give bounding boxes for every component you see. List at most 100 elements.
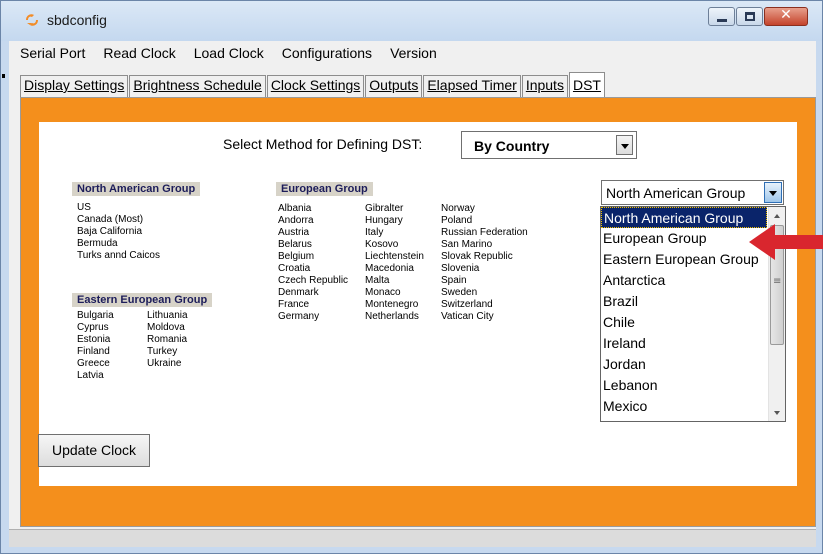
country-item: Montenegro [365, 299, 419, 310]
eastern-european-list-1: Bulgaria Cyprus Estonia Finland Greece L… [77, 310, 114, 382]
country-item: Romania [147, 334, 188, 345]
country-item: Cyprus [77, 322, 109, 333]
country-item: Switzerland [441, 299, 493, 310]
country-item: Canada (Most) [77, 214, 144, 225]
minimize-button[interactable] [708, 7, 735, 26]
app-window: sbdconfig ✕ Serial Port Read Clock Load … [0, 0, 823, 554]
dropdown-option[interactable]: European Group [601, 228, 767, 249]
country-item: Sweden [441, 287, 478, 298]
country-item: Liechtenstein [365, 251, 424, 262]
country-item: Spain [441, 275, 467, 286]
country-item: Italy [365, 227, 384, 238]
country-item: Czech Republic [278, 275, 349, 286]
european-list-1: Albania Andorra Austria Belarus Belgium … [278, 203, 348, 323]
close-icon: ✕ [780, 7, 792, 23]
country-item: France [278, 299, 310, 310]
eastern-european-group-title: Eastern European Group [72, 293, 213, 307]
north-american-list: US Canada (Most) Baja California Bermuda… [77, 202, 160, 262]
tab-brightness-schedule[interactable]: Brightness Schedule [129, 75, 266, 97]
maximize-button[interactable] [736, 7, 763, 26]
close-button[interactable]: ✕ [764, 7, 808, 26]
country-item: San Marino [441, 239, 493, 250]
european-group-title: European Group [276, 182, 373, 196]
dropdown-option[interactable]: Jordan [601, 354, 767, 375]
dropdown-option[interactable]: Chile [601, 312, 767, 333]
country-item: Vatican City [441, 311, 494, 322]
country-item: Austria [278, 227, 310, 238]
country-item: Germany [278, 311, 320, 322]
dropdown-option[interactable]: Eastern European Group [601, 249, 767, 270]
country-item: Denmark [278, 287, 319, 298]
country-item: Bulgaria [77, 310, 114, 321]
tab-clock-settings[interactable]: Clock Settings [266, 75, 365, 97]
title-bar[interactable]: sbdconfig ✕ [1, 1, 822, 41]
country-item: Monaco [365, 287, 401, 298]
tab-inputs[interactable]: Inputs [521, 75, 568, 97]
country-item: Latvia [77, 370, 104, 381]
update-clock-button[interactable]: Update Clock [38, 434, 150, 467]
country-item: Croatia [278, 263, 311, 274]
window-controls: ✕ [707, 7, 808, 26]
country-item: Macedonia [365, 263, 414, 274]
country-item: Baja California [77, 226, 143, 237]
dst-content: Select Method for Defining DST: By Count… [39, 122, 797, 486]
dropdown-option[interactable]: Mexico [601, 396, 767, 417]
country-item: Finland [77, 346, 110, 357]
menu-version[interactable]: Version [379, 43, 444, 65]
country-item: Norway [441, 203, 475, 214]
country-item: Netherlands [365, 311, 419, 322]
country-item: Greece [77, 358, 110, 369]
european-list-2: Gibralter Hungary Italy Kosovo Liechtens… [365, 203, 424, 323]
tab-outputs[interactable]: Outputs [365, 75, 423, 97]
tab-strip: Display Settings Brightness Schedule Clo… [20, 72, 606, 97]
dropdown-option[interactable]: North American Group [601, 207, 767, 228]
country-item: Malta [365, 275, 390, 286]
scroll-down-icon[interactable] [769, 404, 785, 421]
dropdown-option[interactable]: Antarctica [601, 270, 767, 291]
country-item: Belarus [278, 239, 312, 250]
menu-serial-port[interactable]: Serial Port [9, 43, 92, 65]
country-item: Estonia [77, 334, 111, 345]
country-item: Albania [278, 203, 312, 214]
dropdown-option[interactable]: Brazil [601, 291, 767, 312]
menu-configurations[interactable]: Configurations [271, 43, 379, 65]
dropdown-option[interactable]: Ireland [601, 333, 767, 354]
country-item: Slovenia [441, 263, 480, 274]
country-item: Turks annd Caicos [77, 250, 160, 261]
dropdown-option[interactable]: Lebanon [601, 375, 767, 396]
country-item: Hungary [365, 215, 403, 226]
dropdown-arrow-button[interactable] [616, 135, 633, 155]
tab-dst[interactable]: DST [568, 72, 605, 97]
country-item: US [77, 202, 91, 213]
country-item: Kosovo [365, 239, 399, 250]
country-item: Russian Federation [441, 227, 528, 238]
minimize-icon [717, 19, 727, 22]
country-item: Turkey [147, 346, 178, 357]
country-item: Bermuda [77, 238, 118, 249]
country-item: Slovak Republic [441, 251, 513, 262]
chevron-down-icon [621, 144, 629, 149]
dst-method-value: By Country [474, 138, 550, 154]
window-title: sbdconfig [47, 12, 107, 28]
group-select[interactable]: North American Group [601, 180, 784, 205]
menu-load-clock[interactable]: Load Clock [183, 43, 271, 65]
country-item: Moldova [147, 322, 185, 333]
menu-read-clock[interactable]: Read Clock [92, 43, 182, 65]
eastern-european-list-2: Lithuania Moldova Romania Turkey Ukraine [147, 310, 188, 370]
status-bar [9, 529, 816, 547]
country-item: Lithuania [147, 310, 188, 321]
country-item: Belgium [278, 251, 315, 262]
dst-method-label: Select Method for Defining DST: [223, 136, 423, 152]
country-item: Gibralter [365, 203, 404, 214]
maximize-icon [745, 12, 755, 21]
dst-method-select[interactable]: By Country [461, 131, 637, 159]
dropdown-arrow-button[interactable] [764, 182, 782, 203]
tab-display-settings[interactable]: Display Settings [20, 75, 129, 97]
country-item: Ukraine [147, 358, 182, 369]
country-item: Andorra [278, 215, 314, 226]
tab-elapsed-timer[interactable]: Elapsed Timer [423, 75, 521, 97]
european-list-3: Norway Poland Russian Federation San Mar… [441, 203, 528, 323]
north-american-group-title: North American Group [72, 182, 201, 196]
sbd-logo-icon [26, 14, 38, 26]
country-item: Poland [441, 215, 473, 226]
